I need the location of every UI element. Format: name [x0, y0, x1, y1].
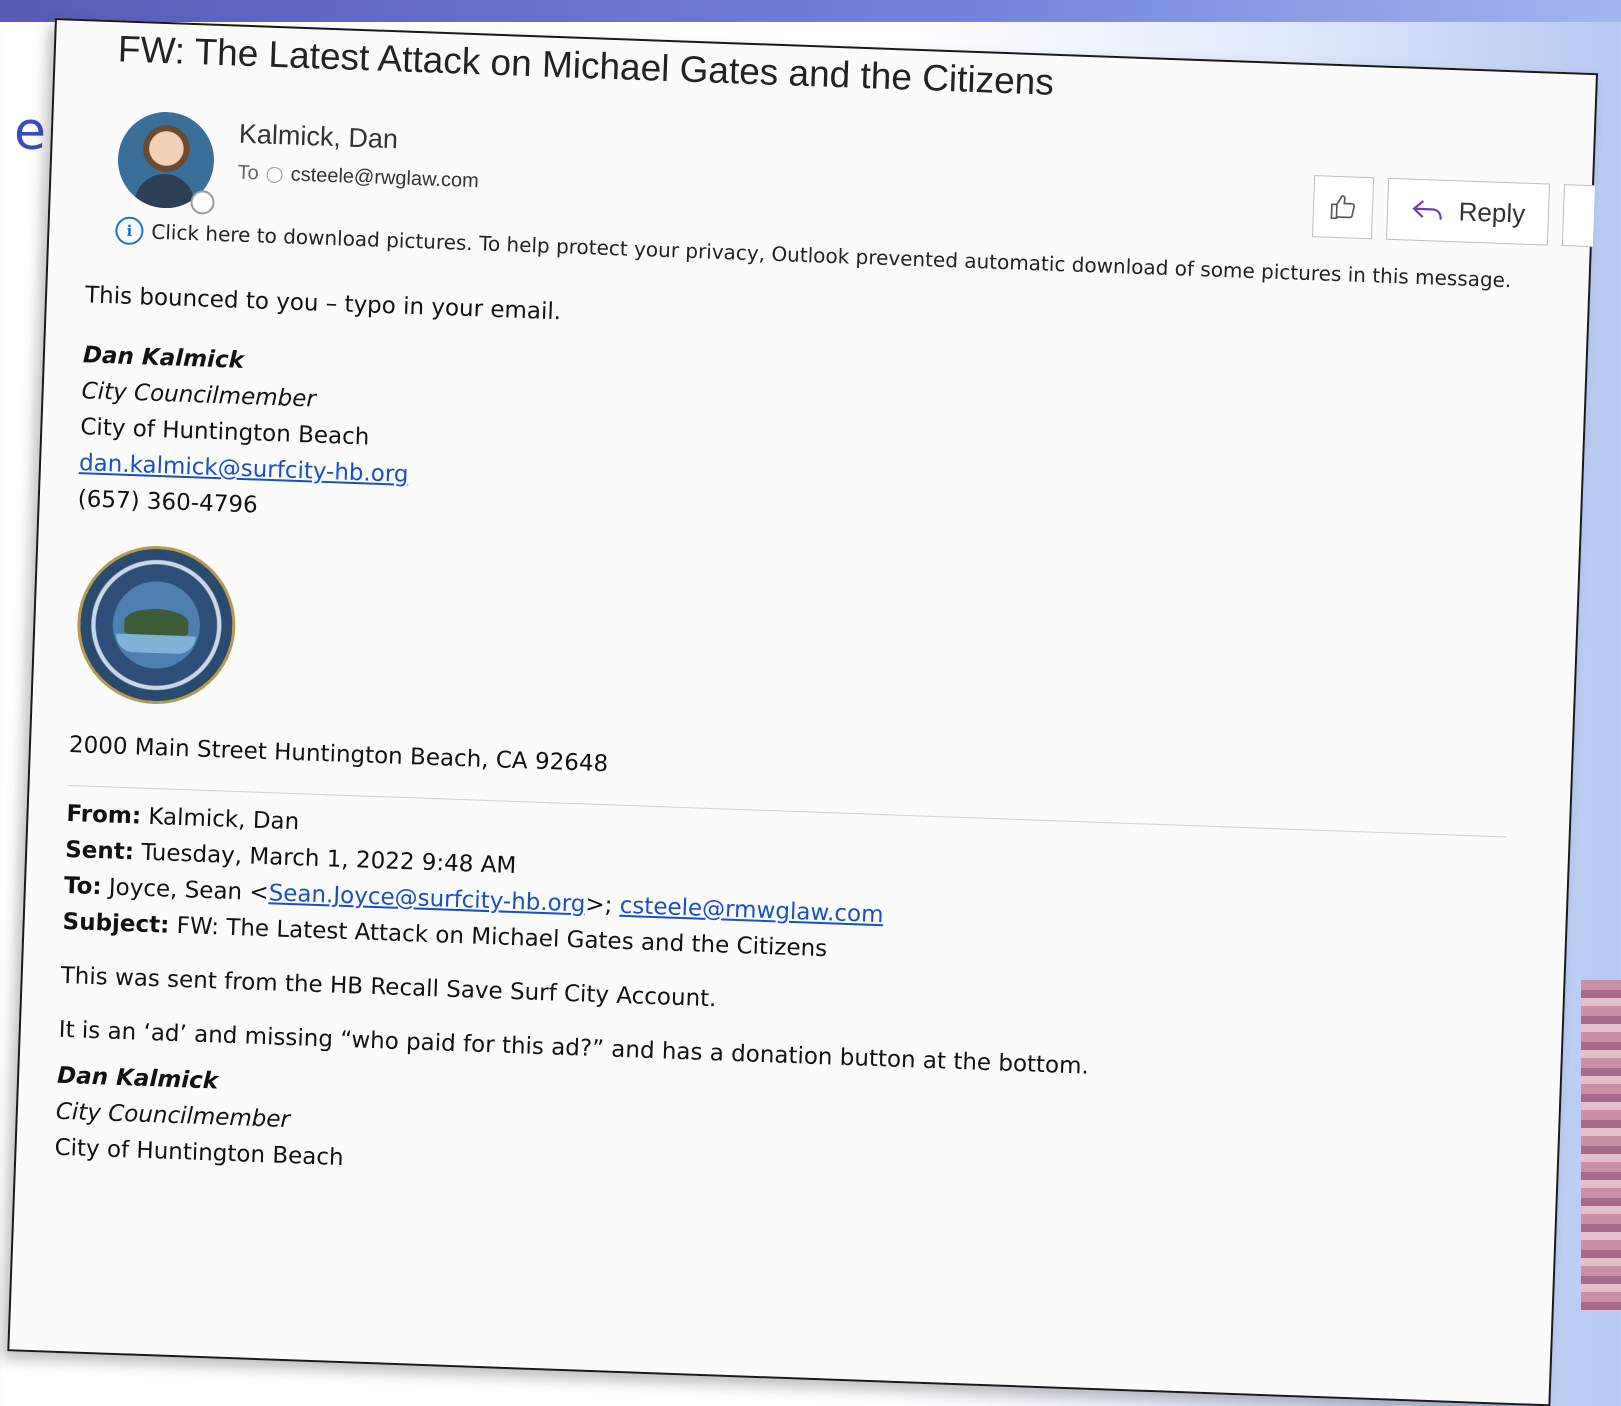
info-icon: i [114, 216, 144, 246]
slide-title-strip [0, 0, 1621, 22]
to-name: Joyce, Sean [108, 874, 243, 906]
background-photo-strip [1581, 980, 1621, 1312]
message-toolbar: Reply [1311, 175, 1596, 248]
email-reading-pane: FW: The Latest Attack on Michael Gates a… [7, 18, 1599, 1406]
reply-arrow-icon [1412, 200, 1442, 220]
download-pictures-infobar[interactable]: i Click here to download pictures. To he… [114, 216, 1512, 294]
infobar-text: Click here to download pictures. To help… [150, 219, 1512, 293]
signature-address: 2000 Main Street Huntington Beach, CA 92… [68, 731, 609, 778]
reply-label: Reply [1458, 195, 1526, 229]
city-seal-logo [74, 543, 239, 707]
thumbs-up-icon [1330, 195, 1355, 220]
from-value: Kalmick, Dan [147, 803, 300, 836]
to-email-link-2[interactable]: csteele@rmwglaw.com [619, 893, 884, 928]
to-label: To [237, 161, 260, 185]
email-subject: FW: The Latest Attack on Michael Gates a… [117, 28, 1055, 103]
reply-all-button-partial[interactable] [1561, 184, 1596, 248]
recipient-presence-icon [266, 166, 283, 183]
subject-label: Subject: [62, 908, 170, 939]
sent-label: Sent: [64, 836, 135, 866]
recipient-address[interactable]: csteele@rwglaw.com [290, 164, 479, 194]
from-label: From: [66, 800, 142, 830]
presence-status-icon [190, 189, 215, 215]
recipient-row: To csteele@rwglaw.com [237, 162, 479, 194]
message-body: This bounced to you – typo in your email… [54, 277, 1545, 1218]
like-button[interactable] [1311, 175, 1375, 240]
sender-name[interactable]: Kalmick, Dan [238, 119, 398, 156]
to-label-forward: To: [63, 872, 103, 901]
reply-button[interactable]: Reply [1385, 177, 1551, 246]
